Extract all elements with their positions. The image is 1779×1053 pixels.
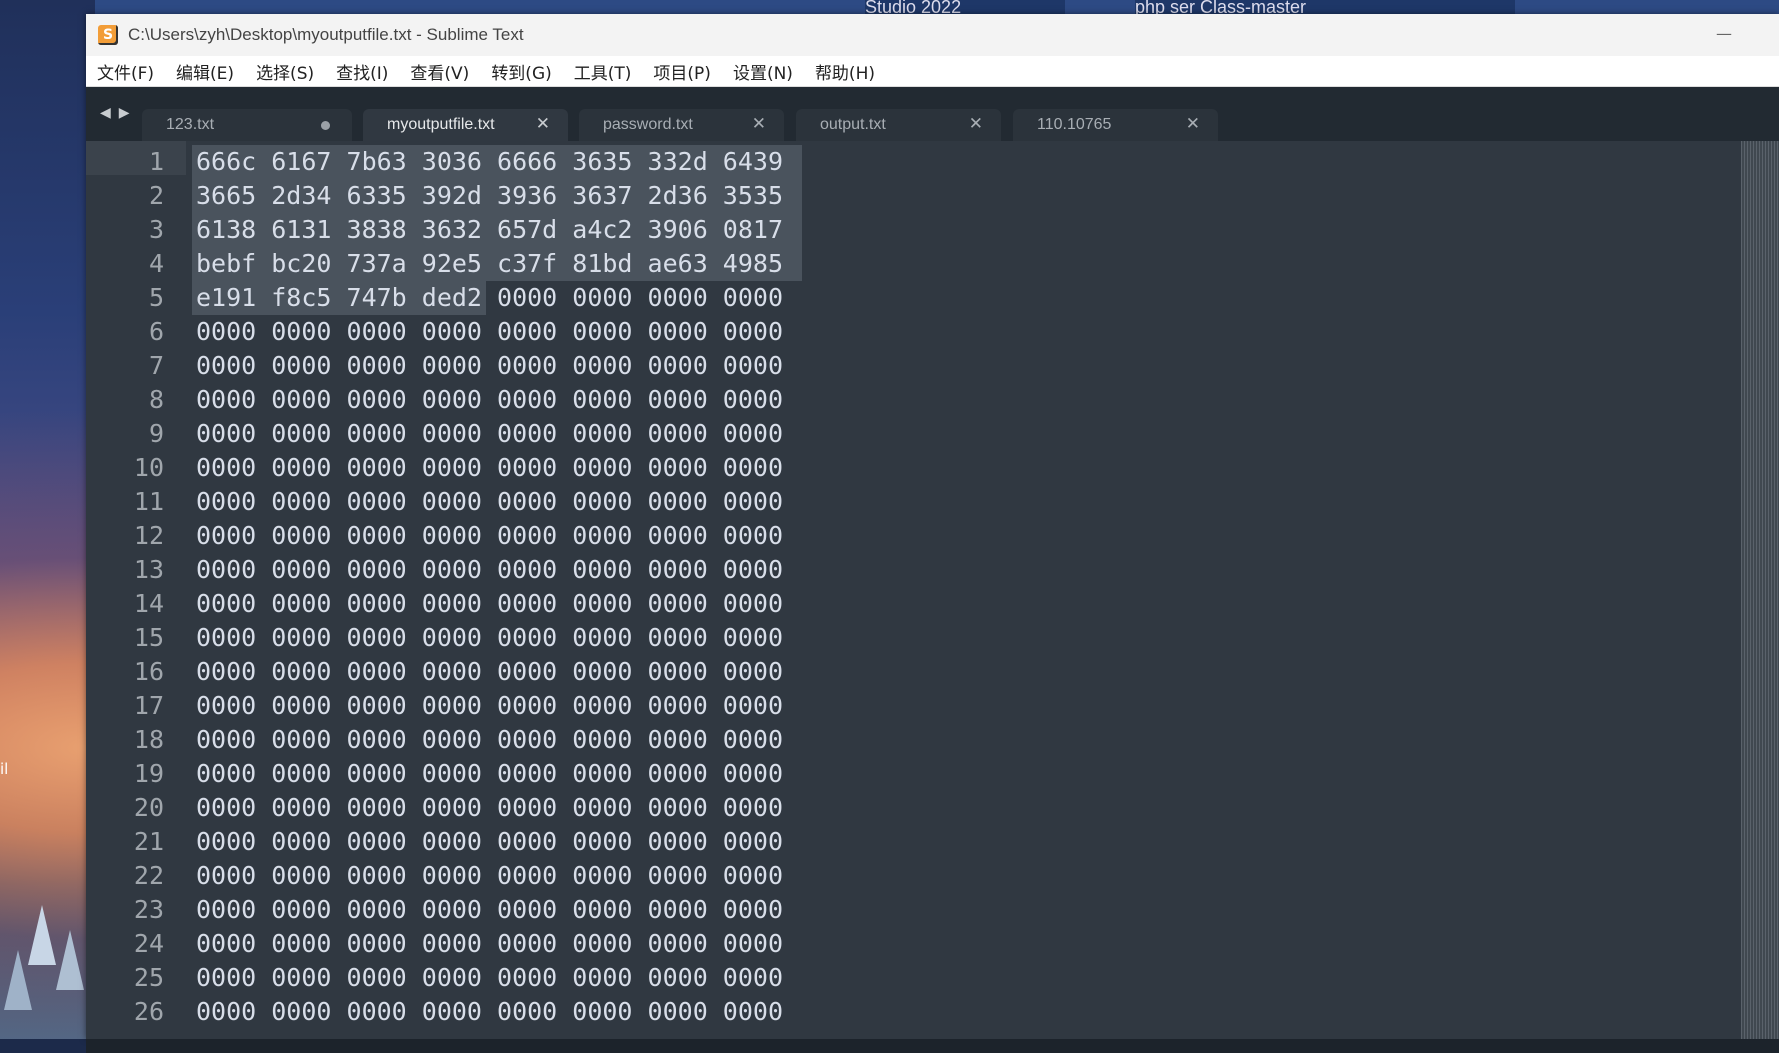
tab[interactable]: password.txt ✕: [579, 109, 784, 141]
status-bar: [86, 1039, 1779, 1053]
snow-tree: [56, 930, 84, 990]
line-number: 15: [133, 623, 164, 652]
line-number: 12: [133, 521, 164, 550]
code-line[interactable]: 0000 0000 0000 0000 0000 0000 0000 0000: [196, 927, 783, 961]
code-line[interactable]: 666c 6167 7b63 3036 6666 3635 332d 6439: [196, 145, 783, 179]
code-line[interactable]: e191 f8c5 747b ded2 0000 0000 0000 0000: [196, 281, 783, 315]
code-line[interactable]: 0000 0000 0000 0000 0000 0000 0000 0000: [196, 519, 783, 553]
sublime-text-icon: S: [98, 25, 118, 45]
editor-pane[interactable]: 1 2 3 4 5 6 7 8 9 10 11 12 13 14 15 16 17 18 19 20 21 22 23 24 2…: [86, 141, 1779, 1039]
line-number: 3: [148, 215, 164, 244]
line-number: 22: [133, 861, 164, 890]
code-line[interactable]: 0000 0000 0000 0000 0000 0000 0000 0000: [196, 349, 783, 383]
line-number-gutter: 1 2 3 4 5 6 7 8 9 10 11 12 13 14 15 16 17 18 19 20 21 22 23 24 2…: [86, 141, 186, 1039]
tab-bar: ◀▶ 123.txt myoutputfile.txt ✕ password.txt ✕…: [86, 87, 1779, 141]
tab-label: myoutputfile.txt: [387, 116, 495, 133]
menu-item[interactable]: 项目(P): [642, 59, 722, 84]
desktop-taskbar: Studio 2022 php ser Class-master: [95, 0, 1779, 14]
snow-tree: [4, 950, 32, 1010]
line-number: 24: [133, 929, 164, 958]
menu-item[interactable]: 帮助(H): [804, 59, 886, 84]
menu-item[interactable]: 转到(G): [480, 59, 562, 84]
tab-label: 123.txt: [166, 116, 215, 133]
taskbar-item[interactable]: Studio 2022: [865, 0, 1065, 14]
line-number: 10: [133, 453, 164, 482]
desktop-icon-label: il: [0, 760, 9, 778]
tab-label: output.txt: [820, 116, 886, 133]
line-number: 21: [133, 827, 164, 856]
line-number: 1: [148, 147, 164, 176]
code-line[interactable]: bebf bc20 737a 92e5 c37f 81bd ae63 4985: [196, 247, 783, 281]
close-tab-icon[interactable]: ✕: [1186, 114, 1200, 134]
menu-item[interactable]: 编辑(E): [165, 59, 245, 84]
close-tab-icon[interactable]: ✕: [536, 114, 550, 134]
taskbar-item[interactable]: php ser Class-master: [1135, 0, 1515, 14]
tab[interactable]: 123.txt: [142, 109, 352, 141]
tab-label: 110.10765: [1037, 116, 1112, 133]
line-number: 7: [148, 351, 164, 380]
code-line[interactable]: 3665 2d34 6335 392d 3936 3637 2d36 3535: [196, 179, 783, 213]
code-line[interactable]: 0000 0000 0000 0000 0000 0000 0000 0000: [196, 791, 783, 825]
menu-item[interactable]: 工具(T): [563, 59, 643, 84]
code-line[interactable]: 0000 0000 0000 0000 0000 0000 0000 0000: [196, 757, 783, 791]
line-number: 16: [133, 657, 164, 686]
minimap-scrollbar[interactable]: [1741, 141, 1779, 1039]
code-line[interactable]: 0000 0000 0000 0000 0000 0000 0000 0000: [196, 859, 783, 893]
menu-item[interactable]: 文件(F): [86, 59, 165, 84]
line-number: 23: [133, 895, 164, 924]
window-title: C:\Users\zyh\Desktop\myoutputfile.txt - …: [128, 25, 524, 44]
line-number: 14: [133, 589, 164, 618]
code-line[interactable]: 0000 0000 0000 0000 0000 0000 0000 0000: [196, 451, 783, 485]
line-number: 9: [148, 419, 164, 448]
line-number: 8: [148, 385, 164, 414]
code-line[interactable]: 0000 0000 0000 0000 0000 0000 0000 0000: [196, 485, 783, 519]
sublime-window: S C:\Users\zyh\Desktop\myoutputfile.txt …: [86, 14, 1779, 1053]
code-line[interactable]: 0000 0000 0000 0000 0000 0000 0000 0000: [196, 995, 783, 1029]
code-line[interactable]: 0000 0000 0000 0000 0000 0000 0000 0000: [196, 961, 783, 995]
tab[interactable]: myoutputfile.txt ✕: [363, 109, 568, 141]
minimize-button[interactable]: —: [1709, 24, 1739, 44]
code-line[interactable]: 0000 0000 0000 0000 0000 0000 0000 0000: [196, 553, 783, 587]
menu-bar: 文件(F) 编辑(E) 选择(S) 查找(I) 查看(V) 转到(G) 工具(T) 项目(P)…: [86, 56, 1779, 87]
code-line[interactable]: 0000 0000 0000 0000 0000 0000 0000 0000: [196, 893, 783, 927]
snow-tree: [28, 905, 56, 965]
tab-nav-arrows-icon[interactable]: ◀▶: [100, 105, 138, 121]
menu-item[interactable]: 查找(I): [325, 59, 399, 84]
line-number: 4: [148, 249, 164, 278]
code-line[interactable]: 0000 0000 0000 0000 0000 0000 0000 0000: [196, 383, 783, 417]
tab-label: password.txt: [603, 116, 693, 133]
close-tab-icon[interactable]: ✕: [752, 114, 766, 134]
code-line[interactable]: 0000 0000 0000 0000 0000 0000 0000 0000: [196, 689, 783, 723]
code-line[interactable]: 6138 6131 3838 3632 657d a4c2 3906 0817: [196, 213, 783, 247]
line-number: 2: [148, 181, 164, 210]
tab[interactable]: 110.10765 ✕: [1013, 109, 1218, 141]
code-line[interactable]: 0000 0000 0000 0000 0000 0000 0000 0000: [196, 723, 783, 757]
close-tab-icon[interactable]: ✕: [969, 114, 983, 134]
line-number: 17: [133, 691, 164, 720]
tab[interactable]: output.txt ✕: [796, 109, 1001, 141]
code-line[interactable]: 0000 0000 0000 0000 0000 0000 0000 0000: [196, 417, 783, 451]
menu-item[interactable]: 设置(N): [722, 59, 804, 84]
line-number: 6: [148, 317, 164, 346]
line-number: 18: [133, 725, 164, 754]
code-line[interactable]: 0000 0000 0000 0000 0000 0000 0000 0000: [196, 587, 783, 621]
code-line[interactable]: 0000 0000 0000 0000 0000 0000 0000 0000: [196, 315, 783, 349]
line-number: 13: [133, 555, 164, 584]
line-number: 5: [148, 283, 164, 312]
line-number: 11: [133, 487, 164, 516]
line-number: 20: [133, 793, 164, 822]
menu-item[interactable]: 查看(V): [399, 59, 480, 84]
line-number: 26: [133, 997, 164, 1026]
unsaved-dot-icon[interactable]: [321, 121, 330, 130]
menu-item[interactable]: 选择(S): [245, 59, 325, 84]
code-line[interactable]: 0000 0000 0000 0000 0000 0000 0000 0000: [196, 621, 783, 655]
code-line[interactable]: 0000 0000 0000 0000 0000 0000 0000 0000: [196, 825, 783, 859]
line-number: 25: [133, 963, 164, 992]
line-number: 19: [133, 759, 164, 788]
title-bar: S C:\Users\zyh\Desktop\myoutputfile.txt …: [86, 14, 1779, 56]
code-line[interactable]: 0000 0000 0000 0000 0000 0000 0000 0000: [196, 655, 783, 689]
